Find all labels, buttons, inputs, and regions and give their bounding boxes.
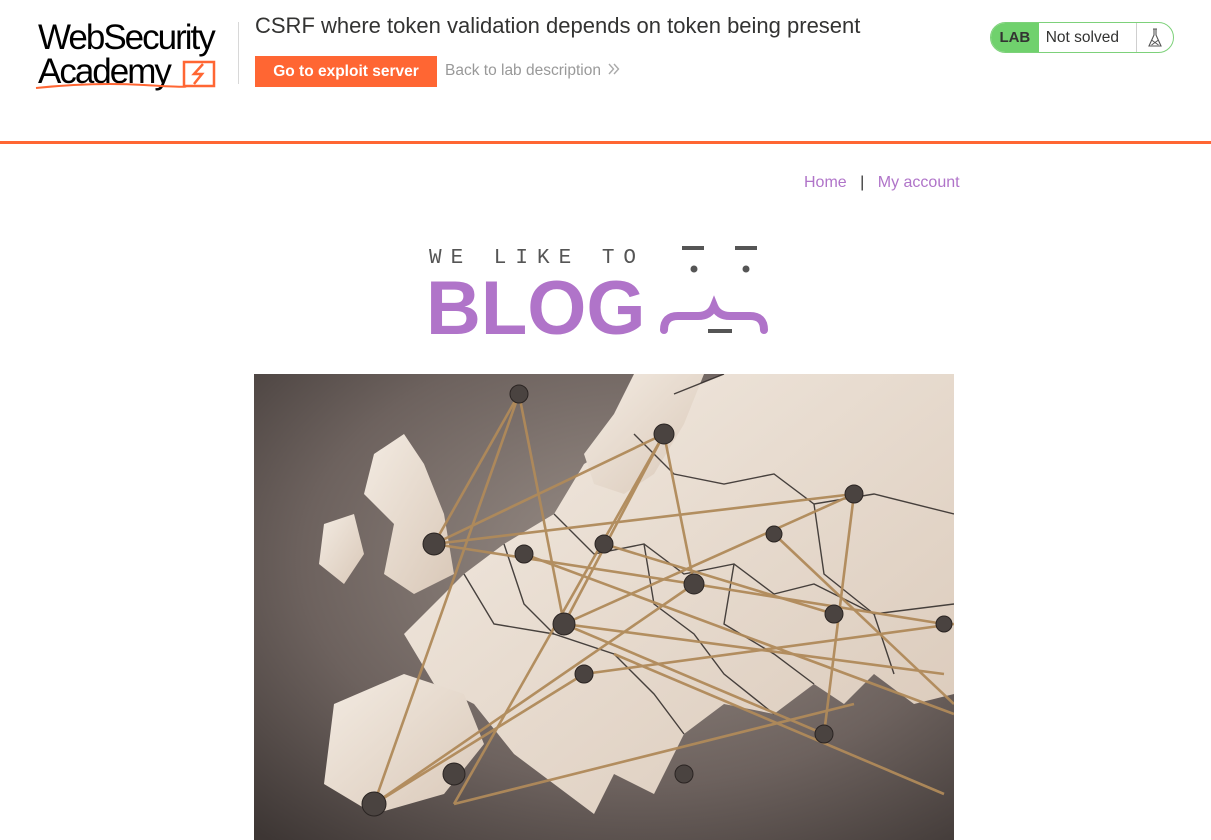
blog-banner: WE LIKE TO BLOG bbox=[426, 240, 786, 351]
lab-title: CSRF where token validation depends on t… bbox=[255, 13, 861, 38]
go-to-exploit-server-button[interactable]: Go to exploit server bbox=[255, 56, 437, 87]
blog-banner-graphic: WE LIKE TO BLOG bbox=[426, 246, 768, 351]
logo-divider bbox=[238, 22, 239, 84]
back-to-lab-description-link[interactable]: Back to lab description bbox=[445, 62, 620, 80]
lightning-bracket-icon bbox=[35, 60, 216, 89]
flask-icon bbox=[1136, 23, 1173, 52]
lab-tag: LAB bbox=[991, 23, 1039, 52]
europe-map-image bbox=[254, 374, 954, 840]
banner-main-text: BLOG bbox=[426, 266, 646, 340]
lab-status-text: Not solved bbox=[1045, 29, 1119, 46]
home-link[interactable]: Home bbox=[804, 174, 847, 191]
blog-post-image[interactable] bbox=[254, 374, 954, 840]
lab-status-widget: LAB Not solved bbox=[990, 22, 1174, 53]
top-navigation: Home | My account bbox=[804, 174, 960, 192]
nav-separator: | bbox=[860, 174, 865, 191]
web-security-academy-logo[interactable]: WebSecurity Academy bbox=[34, 18, 239, 92]
blog-face-icon bbox=[660, 246, 768, 334]
my-account-link[interactable]: My account bbox=[878, 174, 960, 191]
double-chevron-right-icon bbox=[608, 62, 620, 80]
academy-lab-header: WebSecurity Academy CSRF where token val… bbox=[0, 0, 1211, 144]
back-link-label: Back to lab description bbox=[445, 62, 601, 79]
